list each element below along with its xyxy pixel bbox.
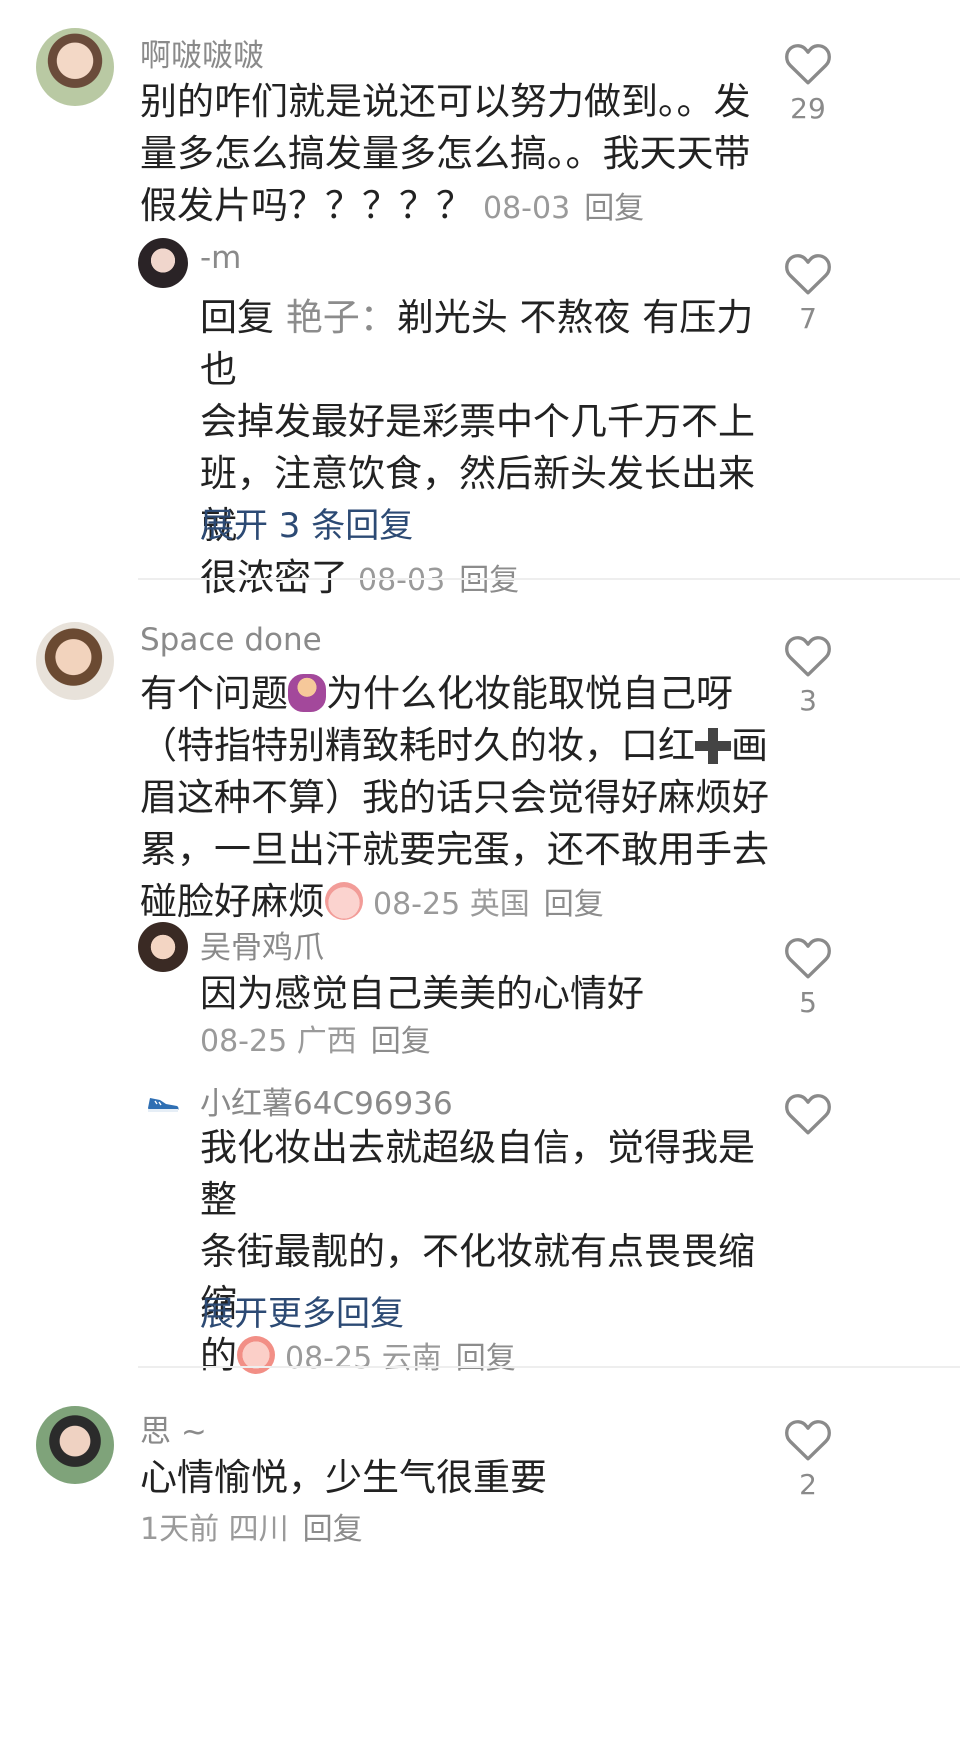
reply-line: 我化妆出去就超级自信，觉得我是整 bbox=[200, 1126, 755, 1221]
crying-face-emoji-icon bbox=[237, 1336, 275, 1374]
comment-meta: 08-25 英国 回复 bbox=[373, 887, 604, 922]
reply-location: 广西 bbox=[296, 1024, 357, 1059]
comment-line: 累，一旦出汗就要完蛋，还不敢用手去 bbox=[140, 828, 769, 871]
comment-line: 量多怎么搞发量多怎么搞。。我天天带 bbox=[140, 132, 751, 175]
divider bbox=[138, 578, 960, 580]
avatar[interactable] bbox=[138, 238, 188, 288]
reply-meta: 08-25 广西 回复 bbox=[200, 1016, 431, 1060]
comment-text: 有个问题 为什么化妆能取悦自己呀 （特指特别精致耗时久的妆，口红画 眉这种不算）我… bbox=[140, 668, 780, 931]
avatar[interactable] bbox=[36, 28, 114, 106]
reply-meta: 08-03 回复 bbox=[358, 563, 519, 598]
reply-button[interactable]: 回复 bbox=[459, 563, 519, 598]
heart-icon[interactable] bbox=[783, 40, 833, 86]
reply-line: 回复 艳子：剃光头 不熬夜 有压力也 bbox=[200, 292, 760, 396]
reply-line: 会掉发最好是彩票中个几千万不上 bbox=[200, 400, 755, 443]
comment-line-text: 假发片吗？？？？？ bbox=[140, 184, 473, 227]
reply-meta: 08-25 云南 回复 bbox=[285, 1341, 516, 1376]
reply-to-user[interactable]: 艳子： bbox=[286, 296, 397, 339]
reply-button[interactable]: 回复 bbox=[584, 191, 644, 226]
comment-meta: 08-03 回复 bbox=[483, 191, 644, 226]
reply-username[interactable]: 吴骨鸡爪 bbox=[200, 922, 324, 967]
reply-location: 云南 bbox=[381, 1341, 442, 1376]
reply-username[interactable]: -m bbox=[200, 240, 241, 276]
like-count: 2 bbox=[799, 1468, 817, 1501]
avatar[interactable] bbox=[138, 922, 188, 972]
like-count: 5 bbox=[799, 986, 817, 1019]
comment-line: 心情愉悦，少生气很重要 bbox=[140, 1456, 547, 1499]
reply-username[interactable]: 小红薯64C96936 bbox=[200, 1078, 453, 1123]
comment-line-text: 画 bbox=[731, 724, 768, 767]
heart-icon[interactable] bbox=[783, 934, 833, 980]
divider bbox=[138, 1366, 960, 1368]
person-raising-hand-emoji-icon bbox=[288, 674, 326, 712]
avatar[interactable] bbox=[36, 1406, 114, 1484]
comment-line-text: 有个问题 bbox=[140, 672, 288, 715]
comment-text: 心情愉悦，少生气很重要 bbox=[140, 1452, 760, 1504]
comment-date: 1天前 bbox=[140, 1512, 220, 1547]
comment-line: 别的咋们就是说还可以努力做到。。发 bbox=[140, 80, 751, 123]
comment-location: 英国 bbox=[469, 887, 530, 922]
comment-line: 有个问题 为什么化妆能取悦自己呀 bbox=[140, 668, 780, 720]
like-count: 3 bbox=[799, 684, 817, 717]
comment-date: 08-03 bbox=[483, 191, 571, 226]
heart-icon[interactable] bbox=[783, 250, 833, 296]
reply-button[interactable]: 回复 bbox=[303, 1512, 363, 1547]
sneaker-icon bbox=[148, 1098, 179, 1112]
comment-line-text: 为什么化妆能取悦自己呀 bbox=[326, 672, 733, 715]
reply-line: 的 08-25 云南 回复 bbox=[200, 1330, 760, 1385]
reply-button[interactable]: 回复 bbox=[544, 887, 604, 922]
comment-line: 假发片吗？？？？？ 08-03 回复 bbox=[140, 180, 760, 235]
expand-replies-button[interactable]: 展开更多回复 bbox=[200, 1286, 404, 1335]
reply-date: 08-25 bbox=[285, 1341, 373, 1376]
heart-icon[interactable] bbox=[783, 632, 833, 678]
comment-line: 眉这种不算）我的话只会觉得好麻烦好 bbox=[140, 776, 769, 819]
comment-location: 四川 bbox=[228, 1512, 289, 1547]
reply-date: 08-25 bbox=[200, 1024, 288, 1059]
sneaker-avatar-icon[interactable] bbox=[146, 1094, 180, 1114]
reply-prefix: 回复 bbox=[200, 296, 274, 339]
reply-button[interactable]: 回复 bbox=[371, 1024, 431, 1059]
reply-button[interactable]: 回复 bbox=[456, 1341, 516, 1376]
like-count: 7 bbox=[799, 302, 817, 335]
blushing-face-emoji-icon bbox=[325, 882, 363, 920]
reply-line: 因为感觉自己美美的心情好 bbox=[200, 972, 644, 1015]
comment-meta: 1天前 四川 回复 bbox=[140, 1504, 363, 1548]
reply-line-text: 的 bbox=[200, 1334, 237, 1377]
reply-date: 08-03 bbox=[358, 563, 446, 598]
like-count: 29 bbox=[790, 92, 826, 125]
comment-date: 08-25 bbox=[373, 887, 461, 922]
reply-text: 回复 艳子：剃光头 不熬夜 有压力也 会掉发最好是彩票中个几千万不上 班，注意饮… bbox=[200, 292, 760, 607]
reply-text: 因为感觉自己美美的心情好 bbox=[200, 968, 760, 1020]
comment-username[interactable]: 思 ~ bbox=[140, 1406, 207, 1451]
expand-replies-button[interactable]: 展开 3 条回复 bbox=[200, 498, 413, 547]
comment-username[interactable]: 啊啵啵啵 bbox=[140, 30, 264, 75]
comment-line-text: 碰脸好麻烦 bbox=[140, 880, 325, 923]
reply-text: 我化妆出去就超级自信，觉得我是整 条街最靓的，不化妆就有点畏畏缩缩 的 08-25… bbox=[200, 1122, 760, 1385]
heart-icon[interactable] bbox=[783, 1090, 833, 1136]
reply-line-text: 剃光头 不熬夜 有压力也 bbox=[200, 296, 754, 391]
heart-icon[interactable] bbox=[783, 1416, 833, 1462]
comment-username[interactable]: Space done bbox=[140, 622, 322, 658]
avatar[interactable] bbox=[36, 622, 114, 700]
comment-line: （特指特别精致耗时久的妆，口红画 bbox=[140, 720, 780, 772]
comment-line-text: （特指特别精致耗时久的妆，口红 bbox=[140, 724, 695, 767]
comment-text: 别的咋们就是说还可以努力做到。。发 量多怎么搞发量多怎么搞。。我天天带 假发片吗… bbox=[140, 76, 760, 235]
plus-sign-emoji-icon bbox=[695, 728, 731, 764]
